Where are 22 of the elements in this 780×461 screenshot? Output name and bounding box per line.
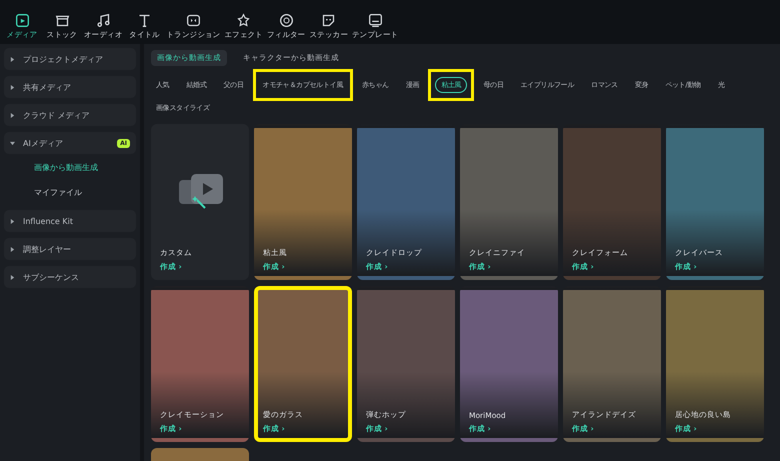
sidebar-item[interactable]: Influence Kit xyxy=(4,210,136,232)
caret-icon xyxy=(10,140,15,146)
sidebar-item[interactable]: 共有メディア xyxy=(4,76,136,98)
filter-icon xyxy=(278,13,294,28)
sidebar-item[interactable]: 調整レイヤー xyxy=(4,238,136,260)
media-icon xyxy=(14,13,30,28)
sidebar-subitem[interactable]: 画像から動画生成 xyxy=(4,154,136,179)
text-icon xyxy=(137,13,152,28)
sidebar-item[interactable]: クラウド メディア xyxy=(4,104,136,126)
caret-icon xyxy=(10,218,15,224)
template-icon xyxy=(368,13,383,28)
sidebar-item[interactable]: プロジェクトメディア xyxy=(4,48,136,70)
caret-icon xyxy=(10,56,15,62)
music-note-icon xyxy=(96,13,111,28)
sticker-icon xyxy=(321,13,336,28)
caret-icon xyxy=(10,112,15,118)
transition-icon xyxy=(186,13,201,28)
caret-icon xyxy=(10,246,15,252)
sidebar-subitem[interactable]: マイファイル xyxy=(4,179,136,204)
caret-icon xyxy=(10,84,15,90)
sidebar-item[interactable]: サブシーケンス xyxy=(4,266,136,288)
caret-icon xyxy=(10,274,15,280)
